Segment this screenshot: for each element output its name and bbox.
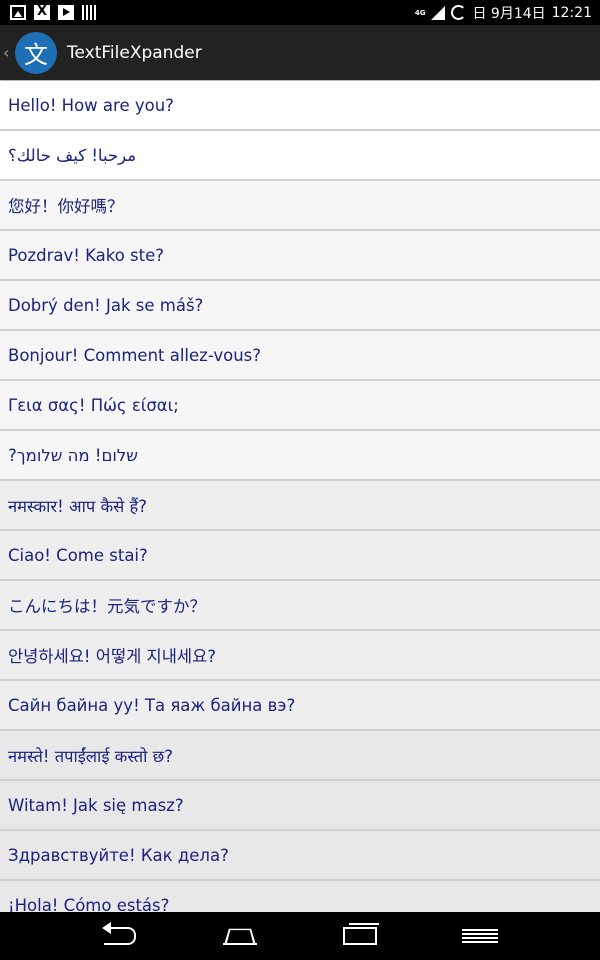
list-item[interactable]: Dobrý den! Jak se máš? <box>0 281 600 331</box>
list-item[interactable]: こんにちは！元気ですか？ <box>0 581 600 631</box>
list-item[interactable]: Bonjour! Comment allez-vous? <box>0 331 600 381</box>
app-logo-icon[interactable]: 文 <box>15 31 57 74</box>
list-item[interactable]: שלום! מה שלומך? <box>0 431 600 481</box>
image-icon <box>10 5 26 20</box>
greeting-list[interactable]: Hello! How are you? مرحبا! كيف حالك؟ 您好！… <box>0 81 600 912</box>
list-item[interactable]: नमस्ते! तपाईंलाई कस्तो छ? <box>0 731 600 781</box>
notification-icons <box>0 4 98 20</box>
list-item[interactable]: Здравствуйте! Как дела? <box>0 831 600 881</box>
barcode-icon <box>82 5 98 20</box>
x-app-icon <box>34 4 50 20</box>
back-icon <box>102 922 136 945</box>
list-item[interactable]: Сайн байна уу! Та яаж байна вэ? <box>0 681 600 731</box>
navigation-bar <box>0 912 600 960</box>
list-item[interactable]: Γεια σας! Πώς είσαι; <box>0 381 600 431</box>
back-button[interactable] <box>60 912 180 960</box>
list-item[interactable]: ¡Hola! Cómo estás? <box>0 881 600 912</box>
up-chevron-icon[interactable]: ‹ <box>3 43 13 62</box>
network-type: 4G <box>414 8 426 17</box>
status-date: 日 9月14日 <box>472 5 546 22</box>
list-item[interactable]: नमस्कार! आप कैसे हैं? <box>0 481 600 531</box>
sync-spinner-icon <box>451 5 467 20</box>
signal-icon <box>431 5 446 20</box>
home-icon <box>223 927 257 945</box>
list-item[interactable]: Pozdrav! Kako ste? <box>0 231 600 281</box>
list-item[interactable]: Hello! How are you? <box>0 81 600 131</box>
system-status: 4G 日 9月14日 12:21 <box>415 0 592 25</box>
play-icon <box>58 5 74 20</box>
home-button[interactable] <box>180 912 300 960</box>
recent-apps-button[interactable] <box>300 912 420 960</box>
menu-button[interactable] <box>420 912 540 960</box>
list-item[interactable]: Witam! Jak się masz? <box>0 781 600 831</box>
status-bar: 4G 日 9月14日 12:21 <box>0 0 600 25</box>
list-item[interactable]: 您好！你好嗎？ <box>0 181 600 231</box>
menu-icon <box>462 929 498 943</box>
status-time: 12:21 <box>551 4 592 21</box>
app-title: TextFileXpander <box>67 42 202 63</box>
list-item[interactable]: Ciao! Come stai? <box>0 531 600 581</box>
recent-apps-icon <box>343 923 379 945</box>
list-item[interactable]: 안녕하세요! 어떻게 지내세요? <box>0 631 600 681</box>
list-item[interactable]: مرحبا! كيف حالك؟ <box>0 131 600 181</box>
action-bar: ‹ 文 TextFileXpander <box>0 25 600 80</box>
